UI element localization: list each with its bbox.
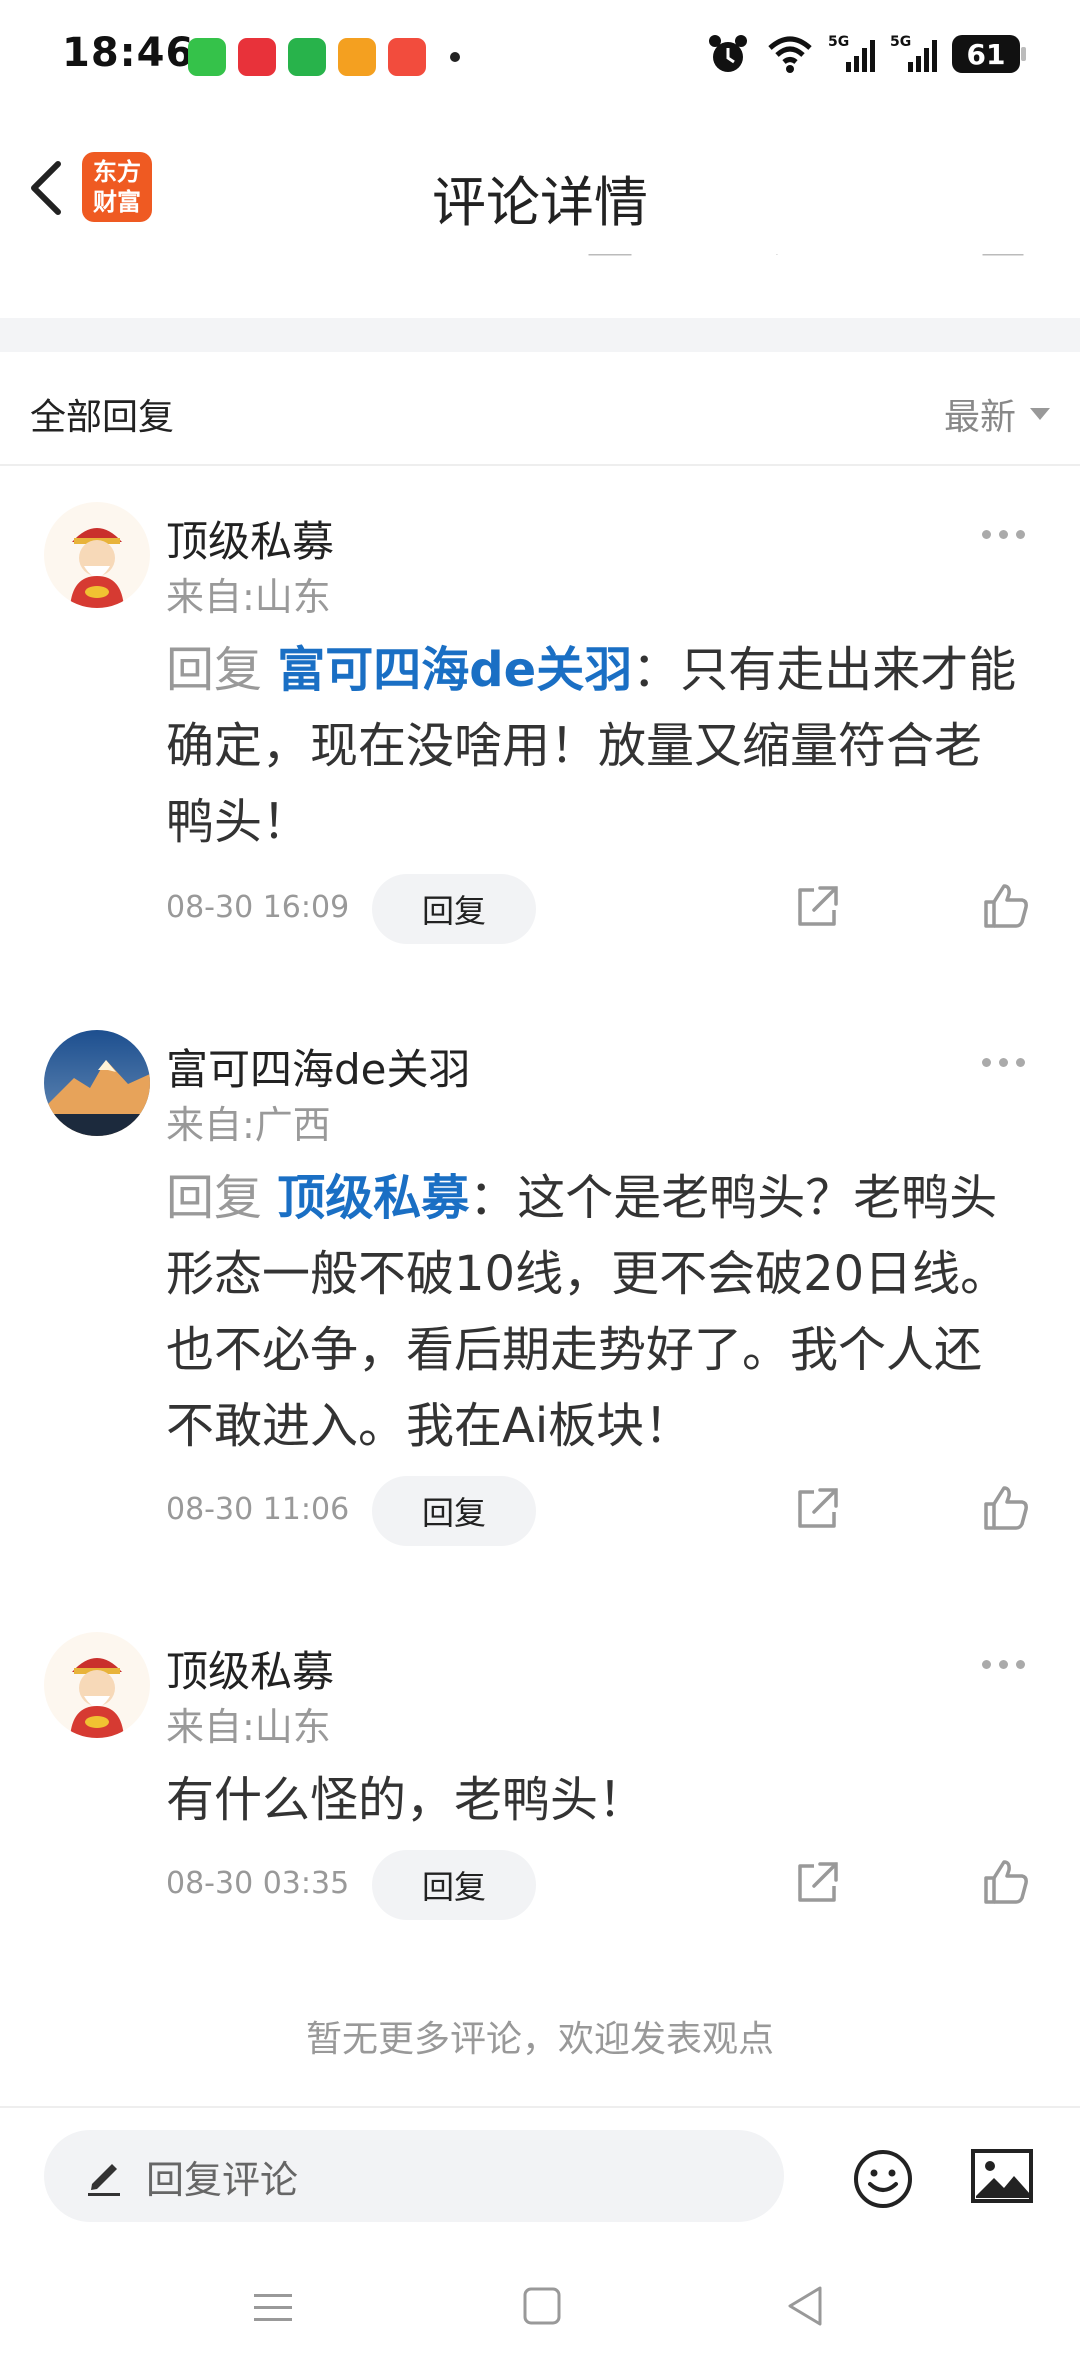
wifi-icon (768, 36, 812, 73)
bottom-reply-bar: 回复评论 (0, 2106, 1080, 2238)
like-icon[interactable] (980, 1856, 1032, 1908)
more-notifications-icon (450, 52, 460, 62)
sort-label: 最新 (943, 397, 1016, 438)
commenter-name[interactable]: 顶级私募 (166, 1638, 334, 1699)
image-icon[interactable] (970, 2148, 1034, 2204)
app-notification-icon (338, 38, 376, 76)
replies-header: 全部回复 最新 (0, 352, 1080, 466)
more-options-icon[interactable] (982, 524, 1032, 544)
all-replies-title: 全部回复 (30, 397, 175, 438)
status-bar: 18:46 5G 5G 61 (0, 0, 1080, 118)
reply-button[interactable]: 回复 (372, 874, 536, 944)
like-icon[interactable] (980, 880, 1032, 932)
more-options-icon[interactable] (982, 1654, 1032, 1674)
svg-text:5G: 5G (890, 34, 911, 50)
share-icon[interactable] (792, 1484, 842, 1534)
comment-footer: 08-30 03:35 回复 (166, 1850, 1036, 1920)
no-more-comments-note: 暂无更多评论，欢迎发表观点 (305, 2019, 774, 2060)
signal-5g-icon: 5G (828, 34, 875, 72)
commenter-location: 来自:广西 (166, 1103, 331, 1147)
avatar[interactable] (44, 502, 150, 608)
comment-time: 08-30 03:35 (166, 1866, 350, 1901)
menu-icon[interactable] (252, 2290, 294, 2326)
mention-link[interactable]: 顶级私募 (277, 1170, 469, 1226)
sort-dropdown[interactable]: 最新 (944, 388, 1050, 440)
commenter-location: 来自:山东 (166, 575, 331, 619)
status-time: 18:46 (62, 30, 195, 76)
top-nav-bar: 东方 财富 评论详情 (0, 118, 1080, 254)
back-triangle-icon[interactable] (784, 2284, 826, 2328)
svg-text:5G: 5G (828, 34, 849, 50)
alarm-icon (709, 35, 747, 72)
section-divider (0, 318, 1080, 352)
reply-button[interactable]: 回复 (372, 1850, 536, 1920)
home-icon[interactable] (522, 2286, 562, 2326)
iqiyi-notification-icon (288, 38, 326, 76)
mention-link[interactable]: 富可四海de关羽 (277, 642, 632, 698)
video-notification-icon (388, 38, 426, 76)
app-notification-icon (238, 38, 276, 76)
app-notification-icon (188, 38, 226, 76)
commenter-location: 来自:山东 (166, 1705, 331, 1749)
share-icon[interactable] (792, 882, 842, 932)
reply-input-placeholder: 回复评论 (146, 2157, 299, 2202)
comment-time: 08-30 16:09 (166, 890, 350, 925)
emoji-icon[interactable] (852, 2148, 914, 2210)
like-icon[interactable] (980, 1482, 1032, 1534)
scrolled-toolbar-icons (588, 254, 1024, 256)
comment-item: 顶级私募 来自:山东 有什么怪的，老鸭头！ 08-30 03:35 回复 (0, 1632, 1080, 1932)
comment-text: 回复 富可四海de关羽：只有走出来才能确定，现在没啥用！放量又缩量符合老鸭头！ (166, 632, 1026, 860)
scrolled-content-fragment (0, 254, 1080, 318)
reply-prefix: 回复 (166, 642, 263, 698)
status-system-icons: 5G 5G 61 (704, 32, 1026, 76)
reply-comment-input[interactable]: 回复评论 (44, 2130, 784, 2222)
comment-text: 有什么怪的，老鸭头！ (166, 1772, 647, 1828)
avatar[interactable] (44, 1632, 150, 1738)
caret-down-icon (1030, 408, 1050, 420)
comment-footer: 08-30 16:09 回复 (166, 874, 1036, 944)
comment-item: 顶级私募 来自:山东 回复 富可四海de关羽：只有走出来才能确定，现在没啥用！放… (0, 502, 1080, 944)
comment-time: 08-30 11:06 (166, 1492, 350, 1527)
pencil-icon (88, 2164, 120, 2196)
reply-prefix: 回复 (166, 1170, 263, 1226)
status-notification-icons (188, 38, 460, 76)
signal-5g-icon: 5G (890, 34, 937, 72)
share-icon[interactable] (792, 1858, 842, 1908)
avatar[interactable] (44, 1030, 150, 1136)
page-title: 评论详情 (432, 171, 648, 234)
system-nav-bar (0, 2236, 1080, 2376)
battery-icon: 61 (952, 35, 1026, 73)
commenter-name[interactable]: 顶级私募 (166, 508, 334, 569)
comment-text: 回复 顶级私募：这个是老鸭头？老鸭头形态一般不破10线，更不会破20日线。也不必… (166, 1160, 1026, 1464)
more-options-icon[interactable] (982, 1052, 1032, 1072)
commenter-name[interactable]: 富可四海de关羽 (166, 1036, 471, 1097)
comment-item: 富可四海de关羽 来自:广西 回复 顶级私募：这个是老鸭头？老鸭头形态一般不破1… (0, 1030, 1080, 1550)
reply-button[interactable]: 回复 (372, 1476, 536, 1546)
comment-footer: 08-30 11:06 回复 (166, 1476, 1036, 1546)
